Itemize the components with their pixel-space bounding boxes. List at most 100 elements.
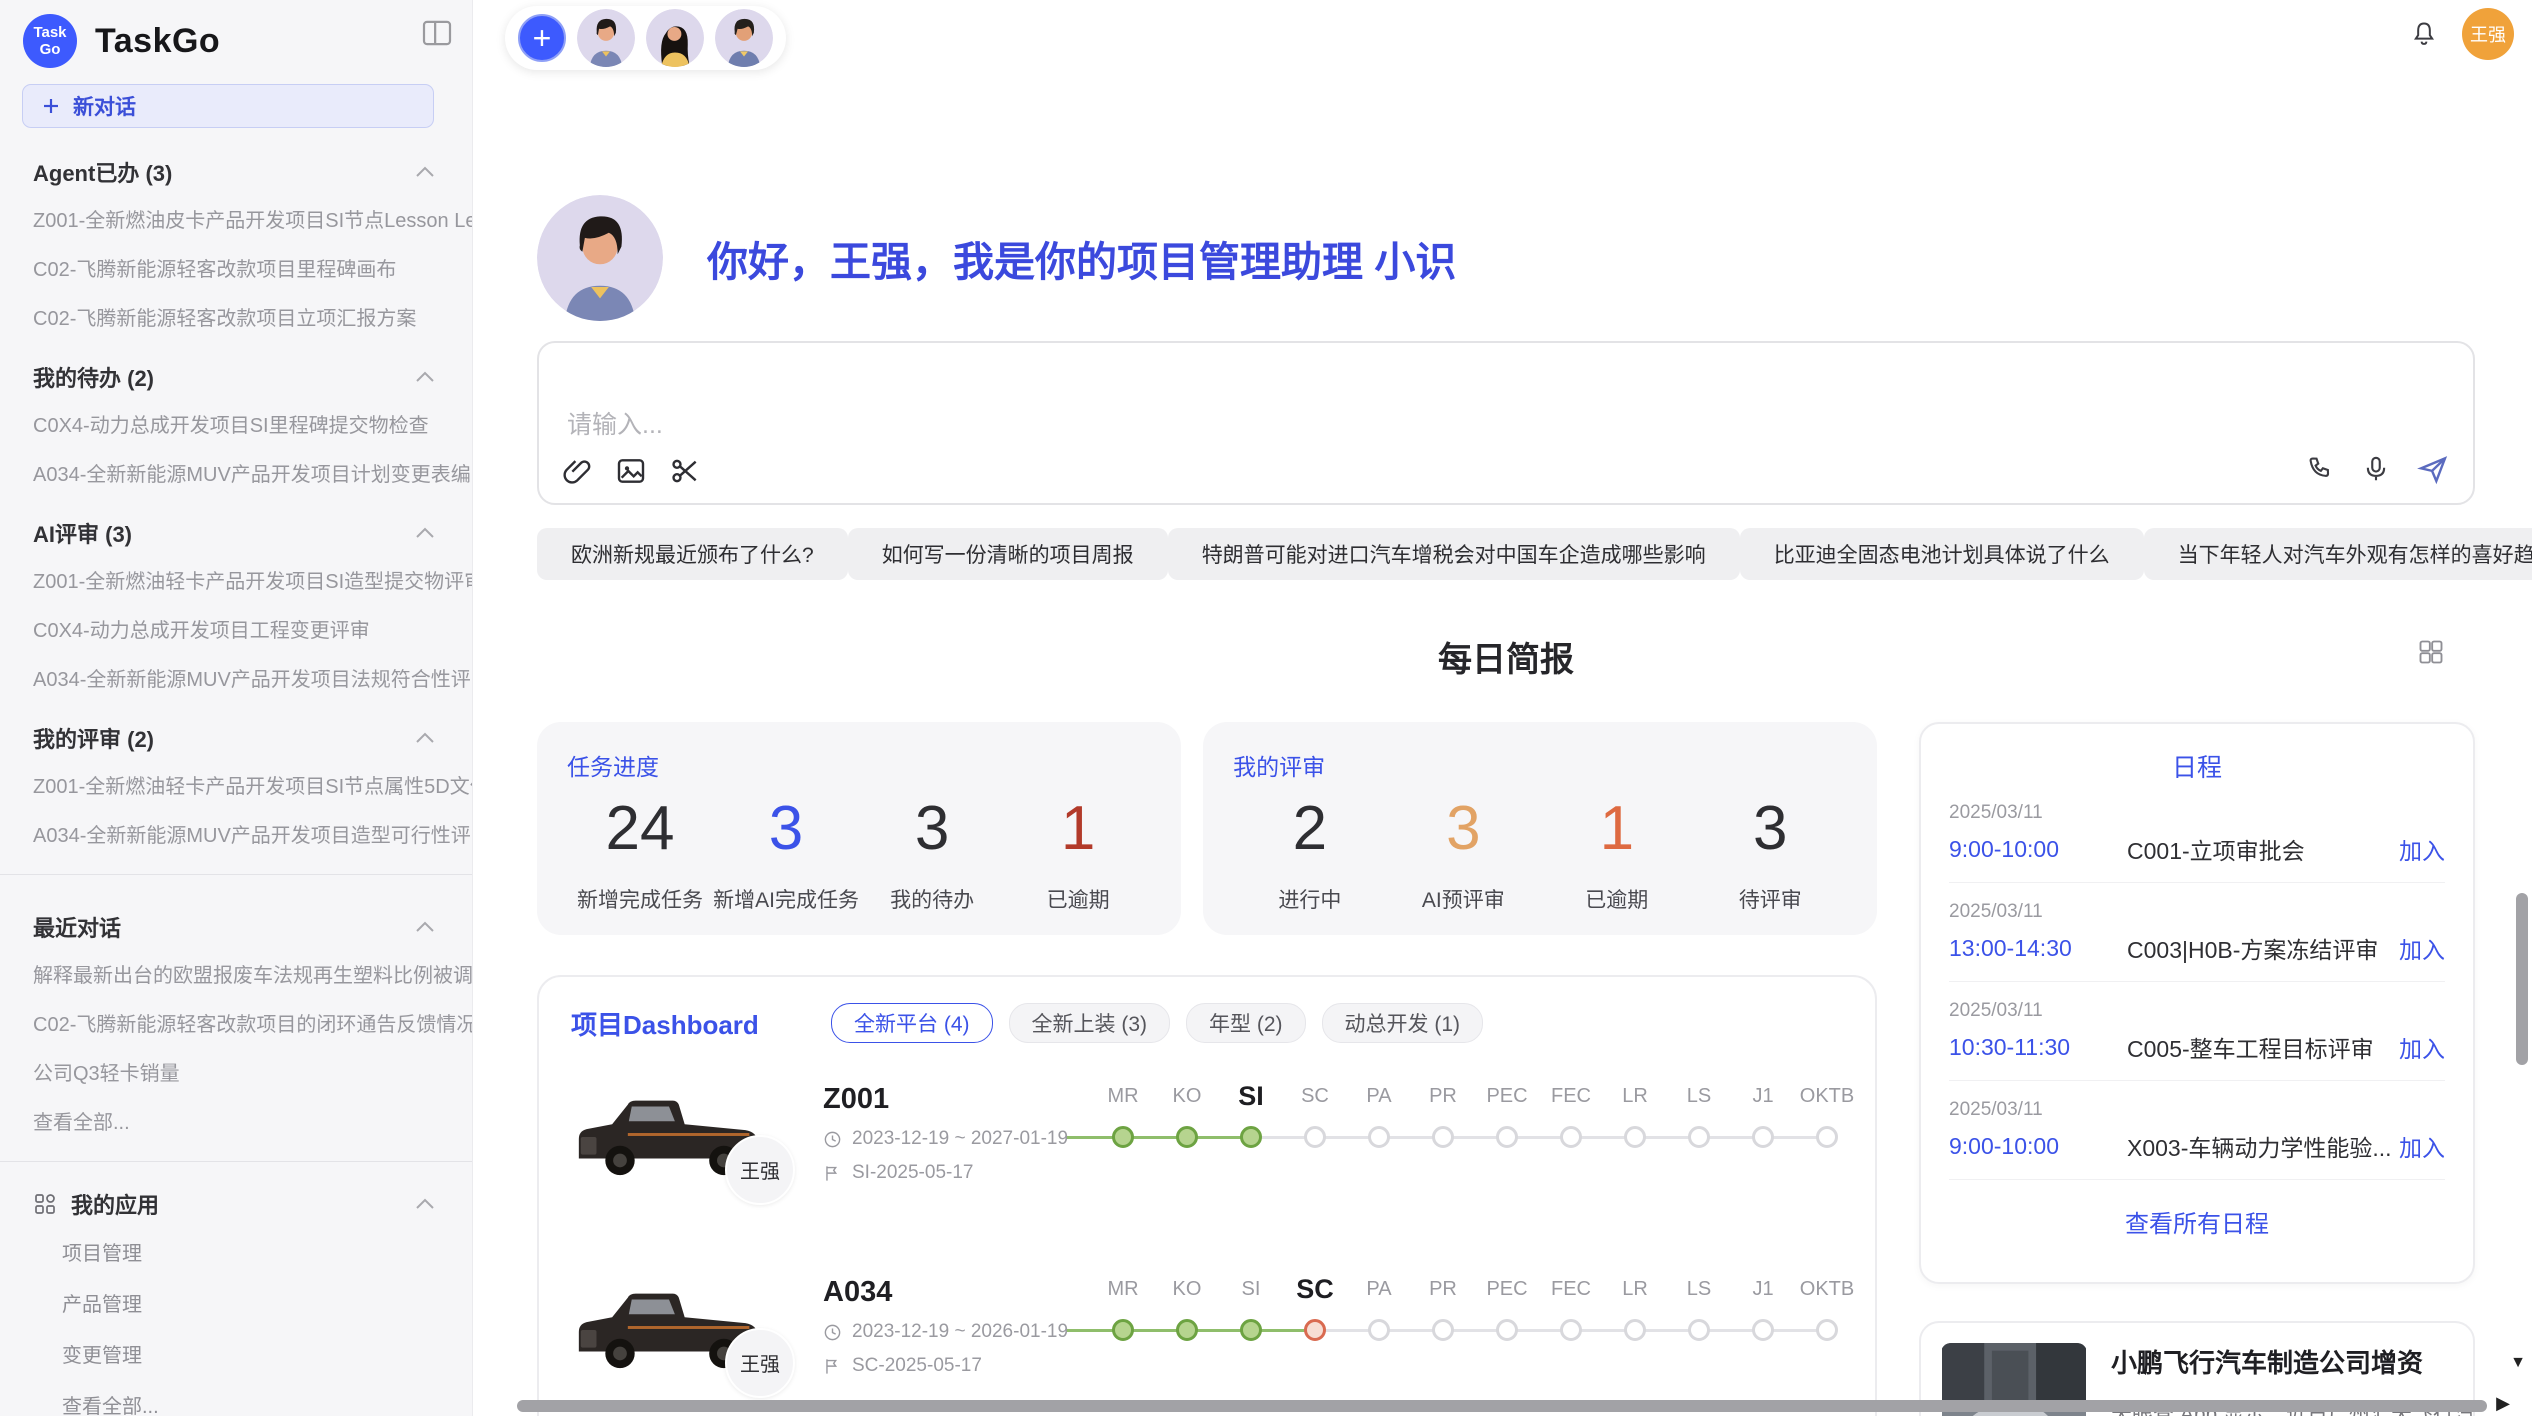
milestone-dot	[1432, 1319, 1454, 1341]
project-dashboard-card: 项目Dashboard 全新平台 (4) 全新上装 (3) 年型 (2) 动总开…	[537, 975, 1877, 1416]
section-header-recent[interactable]: 最近对话	[0, 891, 472, 949]
new-chat-label: 新对话	[73, 91, 136, 121]
view-all-schedule-link[interactable]: 查看所有日程	[1949, 1180, 2445, 1263]
tab-year-model[interactable]: 年型 (2)	[1186, 1003, 1306, 1043]
sidebar-task-item[interactable]: Z001-全新燃油轻卡产品开发项目SI造型提交物评审	[0, 555, 472, 604]
schedule-title: 日程	[1949, 748, 2445, 784]
new-chat-button[interactable]: 新对话	[22, 84, 434, 128]
paperclip-icon[interactable]	[561, 455, 593, 487]
sidebar-task-item[interactable]: A034-全新新能源MUV产品开发项目造型可行性评审	[0, 809, 472, 858]
sidebar-task-item[interactable]: C0X4-动力总成开发项目SI里程碑提交物检查	[0, 399, 472, 448]
milestone-label: PR	[1411, 1272, 1475, 1306]
stat-label: 新增AI完成任务	[713, 884, 859, 914]
app-item-project-mgmt[interactable]: 项目管理	[0, 1226, 472, 1277]
suggestion-chip[interactable]: 欧洲新规最近颁布了什么?	[537, 528, 848, 580]
news-title: 小鹏飞行汽车制造公司增资	[2111, 1343, 2493, 1380]
tab-powertrain[interactable]: 动总开发 (1)	[1322, 1003, 1484, 1043]
image-upload-icon[interactable]	[615, 455, 647, 487]
suggestion-chip[interactable]: 特朗普可能对进口汽车增税会对中国车企造成哪些影响	[1168, 528, 1740, 580]
sidebar-task-item[interactable]: Z001-全新燃油轻卡产品开发项目SI节点属性5D文件评审	[0, 760, 472, 809]
sidebar-task-item[interactable]: C02-飞腾新能源轻客改款项目立项汇报方案	[0, 292, 472, 341]
stat-label: 新增完成任务	[567, 884, 713, 914]
milestone-dot	[1176, 1126, 1198, 1148]
vertical-scrollbar-thumb[interactable]	[2516, 893, 2528, 1065]
task-progress-card: 任务进度 24 新增完成任务 3 新增AI完成任务 3 我的待办	[537, 722, 1181, 935]
stat: 2 进行中	[1233, 792, 1386, 914]
stat-label: 进行中	[1233, 884, 1386, 914]
app-item-change-mgmt[interactable]: 变更管理	[0, 1328, 472, 1379]
sidebar-task-item[interactable]: C0X4-动力总成开发项目工程变更评审	[0, 604, 472, 653]
layout-grid-icon[interactable]	[2417, 638, 2445, 666]
stat: 1 已逾期	[1540, 792, 1693, 914]
sidebar-task-item[interactable]: A034-全新新能源MUV产品开发项目计划变更表编写	[0, 448, 472, 497]
milestone-dot	[1624, 1319, 1646, 1341]
divider	[0, 1161, 472, 1162]
sidebar-task-item[interactable]: Z001-全新燃油皮卡产品开发项目SI节点Lesson Learn报告	[0, 194, 472, 243]
project-flag: SI-2025-05-17	[823, 1162, 1083, 1184]
horizontal-scrollbar-thumb[interactable]	[517, 1400, 2487, 1412]
apps-view-all[interactable]: 查看全部...	[0, 1379, 472, 1416]
mic-icon[interactable]	[2361, 454, 2391, 484]
milestone-dot	[1496, 1126, 1518, 1148]
suggestion-chip[interactable]: 如何写一份清晰的项目周报	[848, 528, 1168, 580]
schedule-time: 10:30-11:30	[1949, 1034, 2127, 1061]
greeting: 你好，王强，我是你的项目管理助理 小识	[537, 195, 1456, 321]
suggestion-chip[interactable]: 比亚迪全固态电池计划具体说了什么	[1740, 528, 2144, 580]
join-link[interactable]: 加入	[2399, 1129, 2445, 1163]
owner-badge: 王强	[725, 1328, 795, 1398]
milestone-label: J1	[1731, 1272, 1795, 1306]
scissors-icon[interactable]	[669, 455, 701, 487]
section-header-ai-review[interactable]: AI评审 (3)	[0, 497, 472, 555]
join-link[interactable]: 加入	[2399, 931, 2445, 965]
section-label: Agent已办 (3)	[33, 156, 172, 188]
chat-input[interactable]: 请输入...	[537, 341, 2475, 505]
milestone-label: FEC	[1539, 1079, 1603, 1113]
dashboard-header: 项目Dashboard 全新平台 (4) 全新上装 (3) 年型 (2) 动总开…	[571, 1003, 1843, 1043]
chevron-up-icon	[414, 370, 436, 384]
sidebar-collapse-icon[interactable]	[422, 20, 452, 46]
milestone-dot	[1816, 1126, 1838, 1148]
milestone-label: KO	[1155, 1079, 1219, 1113]
milestone-dot	[1560, 1319, 1582, 1341]
app-root: Task Go TaskGo 新对话 Agent已办 (3) Z001-全新燃油…	[0, 0, 2532, 1416]
milestone-label: MR	[1091, 1079, 1155, 1113]
chevron-up-icon	[414, 526, 436, 540]
schedule-item: 2025/03/11 9:00-10:00 X003-车辆动力学性能验... 加…	[1949, 1081, 2445, 1180]
milestone-label: SI	[1219, 1272, 1283, 1306]
stat-label: 已逾期	[1540, 884, 1693, 914]
join-link[interactable]: 加入	[2399, 1030, 2445, 1064]
recent-view-all[interactable]: 查看全部...	[0, 1096, 472, 1145]
recent-chat-item[interactable]: 公司Q3轻卡销量	[0, 1047, 472, 1096]
assistant-avatar	[537, 195, 663, 321]
join-link[interactable]: 加入	[2399, 832, 2445, 866]
section-header-my-todo[interactable]: 我的待办 (2)	[0, 341, 472, 399]
schedule-date: 2025/03/11	[1949, 901, 2445, 923]
milestone-label: OKTB	[1795, 1272, 1859, 1306]
section-header-my-review[interactable]: 我的评审 (2)	[0, 702, 472, 760]
section-label: 最近对话	[33, 911, 121, 943]
send-icon[interactable]	[2417, 453, 2449, 485]
scroll-down-arrow[interactable]: ▼	[2510, 1354, 2526, 1372]
section-header-agent-done[interactable]: Agent已办 (3)	[0, 136, 472, 194]
phone-icon[interactable]	[2305, 454, 2335, 484]
suggestion-chips: 欧洲新规最近颁布了什么? 如何写一份清晰的项目周报 特朗普可能对进口汽车增税会对…	[537, 528, 2475, 580]
suggestion-chip[interactable]: 当下年轻人对汽车外观有怎样的喜好趋势	[2144, 528, 2532, 580]
dashboard-tabs: 全新平台 (4) 全新上装 (3) 年型 (2) 动总开发 (1)	[831, 1003, 1483, 1043]
flag-icon	[823, 1164, 842, 1183]
stat: 24 新增完成任务	[567, 792, 713, 914]
scroll-right-arrow[interactable]: ▶	[2496, 1393, 2510, 1414]
recent-chat-item[interactable]: 解释最新出台的欧盟报废车法规再生塑料比例被调至15%...	[0, 949, 472, 998]
tab-new-body[interactable]: 全新上装 (3)	[1009, 1003, 1171, 1043]
recent-chat-item[interactable]: C02-飞腾新能源轻客改款项目的闭环通告反馈情况	[0, 998, 472, 1047]
sidebar-task-item[interactable]: A034-全新新能源MUV产品开发项目法规符合性评审	[0, 653, 472, 702]
sidebar-task-item[interactable]: C02-飞腾新能源轻客改款项目里程碑画布	[0, 243, 472, 292]
project-row[interactable]: 王强 A034 2023-12-19 ~ 2026-01-19 SC-2025-…	[571, 1248, 1843, 1405]
project-row[interactable]: 王强 Z001 2023-12-19 ~ 2027-01-19 SI-2025-…	[571, 1055, 1843, 1212]
sidebar-item-my-apps[interactable]: 我的应用	[0, 1178, 472, 1226]
milestone-dot	[1816, 1319, 1838, 1341]
milestone-dot	[1112, 1319, 1134, 1341]
tab-all-new-platform[interactable]: 全新平台 (4)	[831, 1003, 993, 1043]
app-item-product-mgmt[interactable]: 产品管理	[0, 1277, 472, 1328]
briefing-cards: 任务进度 24 新增完成任务 3 新增AI完成任务 3 我的待办	[537, 722, 1877, 935]
schedule-name: C003|H0B-方案冻结评审	[2127, 931, 2399, 965]
